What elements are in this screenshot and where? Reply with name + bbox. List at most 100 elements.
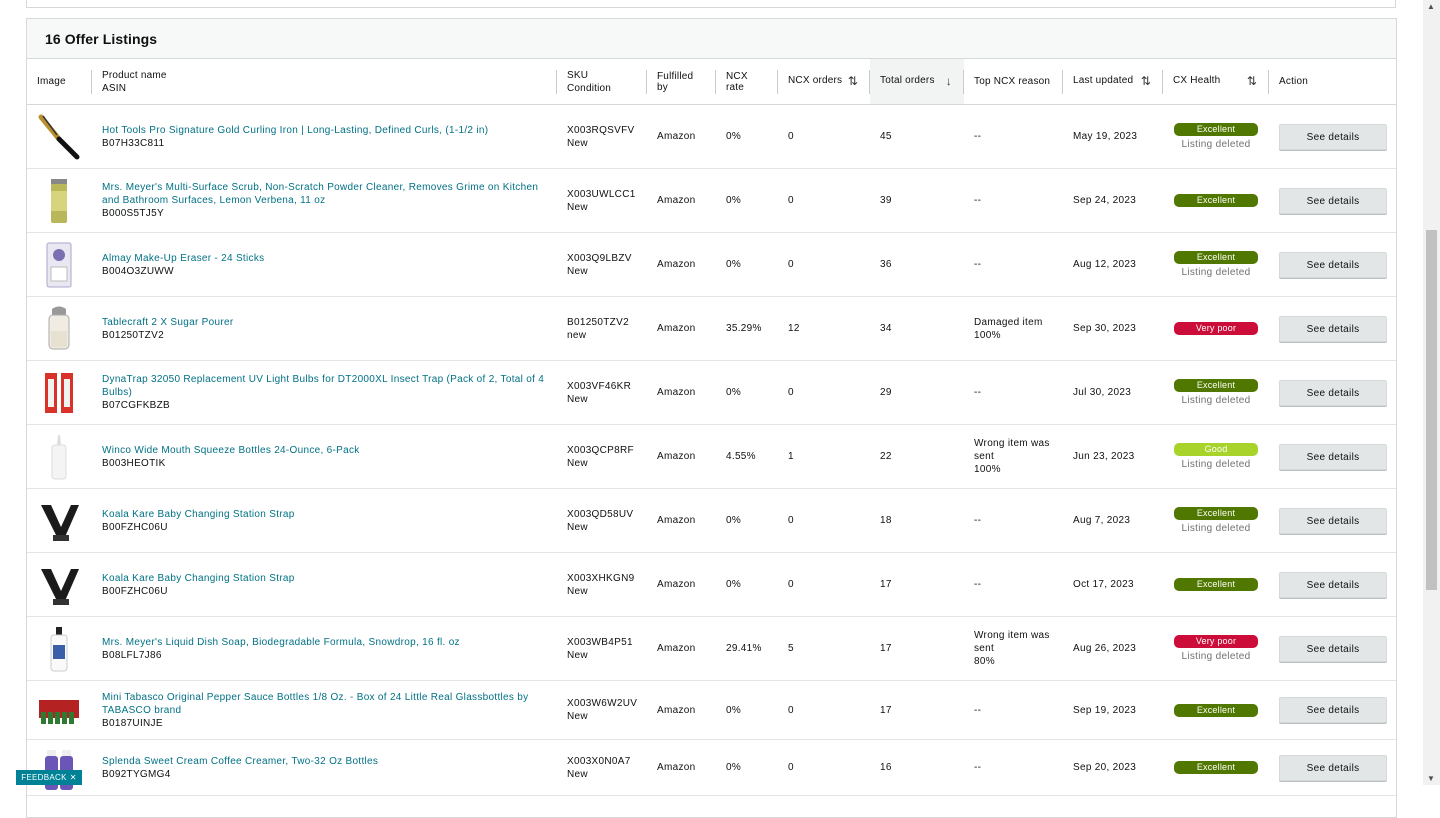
product-cell: Mrs. Meyer's Multi-Surface Scrub, Non-Sc… [92, 168, 557, 233]
ncx-reason-line: -- [974, 131, 982, 142]
product-name-link[interactable]: DynaTrap 32050 Replacement UV Light Bulb… [102, 373, 547, 399]
product-name-link[interactable]: Mini Tabasco Original Pepper Sauce Bottl… [102, 691, 547, 717]
image-cell [27, 296, 92, 361]
ncx-orders-value: 0 [778, 739, 870, 796]
makeup-eraser-image[interactable] [37, 241, 81, 289]
sort-icon[interactable]: ⇅ [1141, 74, 1151, 88]
product-cell: Winco Wide Mouth Squeeze Bottles 24-Ounc… [92, 424, 557, 489]
action-cell: See details [1269, 296, 1396, 361]
col-header-ncx-orders[interactable]: NCX orders ⇅ [778, 59, 870, 105]
product-name-link[interactable]: Koala Kare Baby Changing Station Strap [102, 572, 547, 585]
curling-iron-image[interactable] [37, 113, 81, 161]
cx-health-cell: Very poor [1163, 296, 1269, 361]
see-details-button[interactable]: See details [1279, 379, 1387, 406]
col-header-cx-health[interactable]: CX Health ⇅ [1163, 59, 1269, 105]
col-header-total-orders[interactable]: Total orders ↓ [870, 59, 964, 105]
scrollbar-thumb[interactable] [1426, 230, 1437, 590]
last-updated-value: Aug 7, 2023 [1063, 488, 1163, 553]
sku-cell: X003W6W2UV New [557, 680, 647, 740]
total-orders-value: 17 [870, 616, 964, 681]
last-updated-value: Jun 23, 2023 [1063, 424, 1163, 489]
see-details-button[interactable]: See details [1279, 697, 1387, 723]
scroll-up-arrow-icon[interactable]: ▲ [1427, 2, 1435, 11]
scroll-down-arrow-icon[interactable]: ▼ [1427, 774, 1435, 783]
close-icon[interactable]: ✕ [70, 773, 77, 782]
fulfilled-by-value: Amazon [647, 296, 716, 361]
table-row: Koala Kare Baby Changing Station Strap B0… [27, 552, 1396, 617]
see-details-button[interactable]: See details [1279, 443, 1387, 470]
product-name-link[interactable]: Splenda Sweet Cream Coffee Creamer, Two-… [102, 755, 547, 768]
strap-image[interactable] [37, 497, 81, 545]
sort-descending-icon[interactable]: ↓ [946, 74, 952, 88]
asin-value: B00FZHC06U [102, 585, 168, 597]
ncx-reason-line: 100% [974, 329, 1001, 341]
squeeze-bottle-image[interactable] [37, 433, 81, 481]
strap-image[interactable] [37, 561, 81, 609]
image-cell [27, 680, 92, 740]
condition-value: New [567, 711, 588, 722]
fulfilled-by-value: Amazon [647, 616, 716, 681]
see-details-button[interactable]: See details [1279, 123, 1387, 150]
listing-deleted-label: Listing deleted [1181, 394, 1251, 406]
ncx-reason-line: -- [974, 387, 982, 398]
see-details-button[interactable]: See details [1279, 251, 1387, 278]
ncx-rate-value: 29.41% [716, 616, 778, 681]
cx-health-badge: Excellent [1174, 578, 1258, 591]
sugar-pourer-image[interactable] [37, 305, 81, 353]
product-name-link[interactable]: Tablecraft 2 X Sugar Pourer [102, 316, 547, 329]
ncx-reason-cell: -- [964, 552, 1063, 617]
ncx-rate-value: 4.55% [716, 424, 778, 489]
see-details-button[interactable]: See details [1279, 635, 1387, 662]
product-name-link[interactable]: Mrs. Meyer's Multi-Surface Scrub, Non-Sc… [102, 181, 547, 207]
product-name-link[interactable]: Winco Wide Mouth Squeeze Bottles 24-Ounc… [102, 444, 547, 457]
sku-cell: X003X0N0A7 New [557, 739, 647, 796]
image-cell [27, 360, 92, 425]
sku-value: X003XHKGN9 [567, 572, 635, 584]
product-name-link[interactable]: Almay Make-Up Eraser - 24 Sticks [102, 252, 547, 265]
see-details-button[interactable]: See details [1279, 754, 1387, 781]
see-details-button[interactable]: See details [1279, 571, 1387, 598]
dish-soap-image[interactable] [37, 625, 81, 673]
ncx-reason-cell: Wrong item was sent 80% [964, 616, 1063, 681]
previous-card-edge [26, 0, 1396, 8]
total-orders-value: 18 [870, 488, 964, 553]
fulfilled-by-value: Amazon [647, 424, 716, 489]
action-cell: See details [1269, 360, 1396, 425]
ncx-reason-line: -- [974, 195, 982, 206]
col-header-last-updated[interactable]: Last updated ⇅ [1063, 59, 1163, 105]
condition-value: New [567, 521, 588, 533]
action-cell: See details [1269, 424, 1396, 489]
total-orders-value: 16 [870, 739, 964, 796]
image-cell [27, 552, 92, 617]
sku-value: X003Q9LBZV [567, 252, 632, 264]
see-details-button[interactable]: See details [1279, 187, 1387, 214]
sort-icon[interactable]: ⇅ [1247, 74, 1257, 88]
sku-cell: X003XHKGN9 New [557, 552, 647, 617]
table-header-row: Image Product name ASIN SKU Condition Fu… [27, 59, 1396, 105]
tabasco-image[interactable] [37, 686, 81, 734]
ncx-reason-cell: Wrong item was sent 100% [964, 424, 1063, 489]
col-header-image: Image [27, 59, 92, 105]
product-name-link[interactable]: Hot Tools Pro Signature Gold Curling Iro… [102, 124, 547, 137]
sku-value: X003QCP8RF [567, 444, 634, 456]
last-updated-value: Aug 12, 2023 [1063, 232, 1163, 297]
vertical-scrollbar[interactable]: ▲ ▼ [1423, 0, 1440, 785]
sort-icon[interactable]: ⇅ [848, 74, 858, 88]
action-cell: See details [1269, 616, 1396, 681]
feedback-button[interactable]: FEEDBACK ✕ [16, 770, 82, 785]
sku-value: B01250TZV2 [567, 316, 629, 328]
product-name-link[interactable]: Mrs. Meyer's Liquid Dish Soap, Biodegrad… [102, 636, 547, 649]
see-details-button[interactable]: See details [1279, 507, 1387, 534]
see-details-button[interactable]: See details [1279, 315, 1387, 342]
product-cell: DynaTrap 32050 Replacement UV Light Bulb… [92, 360, 557, 425]
cx-health-badge: Excellent [1174, 703, 1258, 717]
cx-health-badge: Excellent [1174, 506, 1258, 520]
ncx-reason-cell: Damaged item 100% [964, 296, 1063, 361]
product-name-link[interactable]: Koala Kare Baby Changing Station Strap [102, 508, 547, 521]
cleaner-can-image[interactable] [37, 177, 81, 225]
uv-bulbs-image[interactable] [37, 369, 81, 417]
ncx-orders-value: 0 [778, 104, 870, 169]
ncx-reason-line: -- [974, 704, 982, 716]
cx-health-badge: Excellent [1174, 122, 1258, 136]
image-cell [27, 616, 92, 681]
